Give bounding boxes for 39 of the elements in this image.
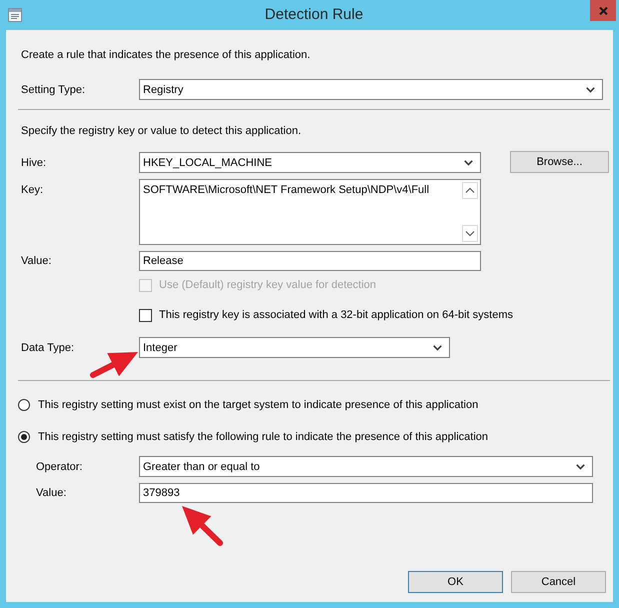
browse-button[interactable]: Browse... xyxy=(510,151,609,173)
chevron-down-icon xyxy=(576,464,585,470)
radio-label: This registry setting must exist on the target system to indicate presence of this application xyxy=(38,398,478,412)
ok-button[interactable]: OK xyxy=(408,571,503,593)
annotation-arrow xyxy=(90,352,138,379)
chevron-down-icon xyxy=(464,160,473,166)
instruction-text: Specify the registry key or value to detect this application. xyxy=(21,124,302,138)
data-type-dropdown[interactable]: Integer xyxy=(139,337,450,358)
field-label: Data Type: xyxy=(21,340,74,354)
window-title: Detection Rule xyxy=(264,5,364,25)
field-label: Operator: xyxy=(36,460,82,474)
setting-type-dropdown[interactable]: Registry xyxy=(139,79,603,100)
value-field[interactable]: Release xyxy=(139,251,481,271)
cancel-button[interactable]: Cancel xyxy=(511,571,606,593)
field-label: Value: xyxy=(21,254,52,268)
chevron-up-icon[interactable] xyxy=(462,182,478,199)
close-button[interactable] xyxy=(590,0,616,21)
radio-label: This registry setting must satisfy the following rule to indicate the presence of this application xyxy=(38,430,488,444)
chevron-down-icon xyxy=(433,344,442,350)
rule-value-field[interactable]: 379893 xyxy=(139,483,593,503)
field-label: Key: xyxy=(21,183,44,197)
chevron-down-icon xyxy=(586,86,595,92)
key-field[interactable]: SOFTWARE\Microsoft\NET Framework Setup\NDP\v4\Full xyxy=(139,179,481,245)
form-icon xyxy=(8,8,22,22)
chevron-down-icon[interactable] xyxy=(462,225,478,242)
radio-button[interactable] xyxy=(18,431,30,443)
field-label: Hive: xyxy=(21,156,46,170)
close-icon xyxy=(598,6,608,14)
checkbox-label: This registry key is associated with a 32-bit application on 64-bit systems xyxy=(159,308,513,322)
operator-dropdown[interactable]: Greater than or equal to xyxy=(139,456,593,477)
annotation-arrow xyxy=(182,506,223,546)
radio-button[interactable] xyxy=(18,399,30,411)
field-label: Value: xyxy=(36,486,66,500)
scrollbar[interactable] xyxy=(462,182,478,242)
instruction-text: Create a rule that indicates the presence of this application. xyxy=(21,48,310,62)
checkbox-label: Use (Default) registry key value for detection xyxy=(159,278,376,292)
hive-dropdown[interactable]: HKEY_LOCAL_MACHINE xyxy=(139,152,481,173)
field-label: Setting Type: xyxy=(21,82,86,96)
checkbox[interactable] xyxy=(139,308,152,322)
